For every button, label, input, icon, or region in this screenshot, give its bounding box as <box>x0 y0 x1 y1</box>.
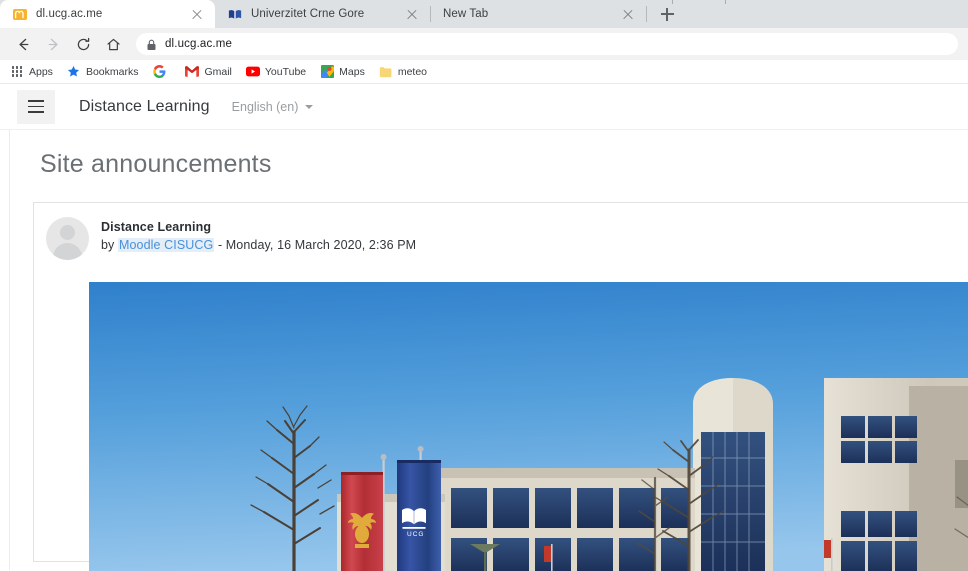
window-drag-region <box>672 0 726 4</box>
tab-title: dl.ucg.ac.me <box>36 8 103 20</box>
bookmark-label: Bookmarks <box>85 65 139 78</box>
tab-title: Univerzitet Crne Gore <box>251 8 365 20</box>
chevron-down-icon <box>305 104 314 109</box>
back-arrow-icon[interactable] <box>10 31 36 57</box>
ucg-book-icon <box>227 7 242 22</box>
tab-title: New Tab <box>443 8 489 20</box>
bookmark-label: Apps <box>29 65 53 78</box>
browser-toolbar: dl.ucg.ac.me <box>0 28 968 60</box>
page-viewport: Distance Learning English (en) Site anno… <box>0 84 968 571</box>
bookmark-youtube[interactable]: YouTube <box>245 65 307 79</box>
gmail-icon <box>185 65 200 79</box>
post-timestamp: - Monday, 16 March 2020, 2:36 PM <box>214 238 417 252</box>
forward-arrow-icon[interactable] <box>40 31 66 57</box>
post-header: Distance Learning by Moodle CISUCG - Mon… <box>34 217 968 260</box>
announcement-post: Distance Learning by Moodle CISUCG - Mon… <box>33 202 968 571</box>
bookmark-folder-meteo[interactable]: meteo <box>379 65 427 79</box>
moodle-icon <box>12 7 27 22</box>
site-brand[interactable]: Distance Learning <box>79 98 210 116</box>
avatar[interactable] <box>46 217 89 260</box>
post-image-container: UCG <box>89 282 968 571</box>
url-text: dl.ucg.ac.me <box>165 38 232 50</box>
tab-divider <box>646 6 647 22</box>
campus-photo: UCG <box>89 282 968 571</box>
bookmark-bookmarks[interactable]: Bookmarks <box>67 65 139 79</box>
post-meta: Distance Learning by Moodle CISUCG - Mon… <box>101 217 416 260</box>
browser-tab-2[interactable]: Univerzitet Crne Gore <box>215 0 430 28</box>
site-navbar: Distance Learning English (en) <box>0 84 968 130</box>
bookmark-label: Maps <box>339 65 365 78</box>
svg-text:UCG: UCG <box>407 531 424 538</box>
home-icon[interactable] <box>100 31 126 57</box>
close-icon[interactable] <box>620 6 636 22</box>
star-icon <box>67 65 81 79</box>
post-byline: by Moodle CISUCG - Monday, 16 March 2020… <box>101 238 416 252</box>
browser-window: dl.ucg.ac.me Univerzitet Crne Gore New T… <box>0 0 968 571</box>
post-subject: Distance Learning <box>101 220 212 234</box>
avatar-body <box>53 243 82 260</box>
language-menu[interactable]: English (en) <box>232 100 314 114</box>
bookmarks-bar: Apps Bookmarks Gmail YouTube Maps meteo <box>0 60 968 84</box>
maps-icon <box>320 65 334 79</box>
bookmark-label: Gmail <box>204 65 232 78</box>
close-icon[interactable] <box>189 6 205 22</box>
folder-icon <box>379 65 393 79</box>
avatar-head <box>60 225 75 240</box>
google-g-icon <box>152 65 166 79</box>
byline-prefix: by <box>101 238 118 252</box>
bookmark-maps[interactable]: Maps <box>320 65 365 79</box>
bookmark-google[interactable] <box>152 65 171 79</box>
tab-strip: dl.ucg.ac.me Univerzitet Crne Gore New T… <box>0 0 968 28</box>
bookmark-label: meteo <box>397 65 428 78</box>
lock-icon <box>146 38 157 50</box>
new-tab-button[interactable] <box>653 0 681 28</box>
address-bar[interactable]: dl.ucg.ac.me <box>136 33 958 55</box>
youtube-icon <box>245 65 260 79</box>
bookmark-apps[interactable]: Apps <box>10 65 53 79</box>
language-label: English (en) <box>231 99 299 114</box>
apps-grid-icon <box>10 65 24 79</box>
page-title: Site announcements <box>40 150 272 178</box>
browser-tab-1[interactable]: dl.ucg.ac.me <box>0 0 215 28</box>
page-content: Site announcements Distance Learning by … <box>9 130 968 571</box>
browser-tab-3[interactable]: New Tab <box>431 0 646 28</box>
reload-icon[interactable] <box>70 31 96 57</box>
post-author-link[interactable]: Moodle CISUCG <box>117 238 215 252</box>
close-icon[interactable] <box>404 6 420 22</box>
hamburger-icon[interactable] <box>17 89 55 124</box>
bookmark-label: YouTube <box>264 65 307 78</box>
bookmark-gmail[interactable]: Gmail <box>185 65 232 79</box>
